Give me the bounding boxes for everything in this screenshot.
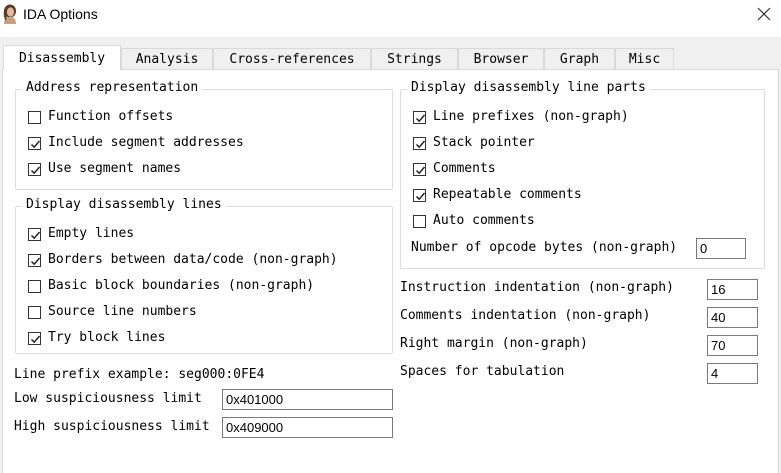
tab-disassembly[interactable]: Disassembly: [3, 45, 121, 70]
comments-checkbox[interactable]: [413, 163, 426, 176]
borders-checkbox[interactable]: [28, 254, 41, 267]
try-block-lines-checkbox[interactable]: [28, 332, 41, 345]
tab-divider: [121, 69, 779, 70]
line-parts-legend: Display disassembly line parts: [407, 80, 650, 95]
right-margin-label: Right margin (non-graph): [400, 336, 588, 351]
stack-pointer-label: Stack pointer: [433, 135, 535, 150]
checkmark-icon: [30, 166, 41, 175]
empty-lines-label: Empty lines: [48, 226, 135, 241]
checkmark-icon: [30, 231, 41, 240]
tab-strings[interactable]: Strings: [371, 48, 458, 69]
line-prefixes-checkbox[interactable]: [413, 111, 426, 124]
tab-browser[interactable]: Browser: [458, 48, 544, 69]
opcode-bytes-input[interactable]: 0: [696, 238, 746, 259]
display-lines-legend: Display disassembly lines: [22, 197, 226, 212]
person-avatar-icon: [2, 4, 18, 24]
tab-misc[interactable]: Misc: [615, 48, 674, 69]
auto-comments-label: Auto comments: [433, 213, 535, 228]
checkmark-icon: [415, 192, 426, 201]
use-segment-names-checkbox[interactable]: [28, 163, 41, 176]
include-segment-addresses-checkbox[interactable]: [28, 137, 41, 150]
instruction-indentation-input[interactable]: 16: [707, 279, 758, 300]
high-suspiciousness-label: High suspiciousness limit: [14, 419, 210, 434]
address-representation-legend: Address representation: [22, 80, 203, 95]
basic-block-boundaries-checkbox[interactable]: [28, 280, 41, 293]
high-suspiciousness-input[interactable]: 0x409000: [222, 417, 393, 438]
spaces-tabulation-label: Spaces for tabulation: [400, 364, 565, 379]
try-block-lines-label: Try block lines: [48, 330, 166, 345]
opcode-bytes-label: Number of opcode bytes (non-graph): [411, 240, 678, 255]
checkmark-icon: [30, 335, 41, 344]
basic-block-boundaries-label: Basic block boundaries (non-graph): [48, 278, 315, 293]
tab-analysis[interactable]: Analysis: [121, 48, 213, 69]
comments-indentation-input[interactable]: 40: [707, 307, 758, 328]
checkmark-icon: [415, 114, 426, 123]
title-bar: [0, 0, 781, 30]
checkmark-icon: [30, 140, 41, 149]
include-segment-addresses-label: Include segment addresses: [48, 135, 244, 150]
source-line-numbers-checkbox[interactable]: [28, 306, 41, 319]
use-segment-names-label: Use segment names: [48, 161, 182, 176]
comments-label: Comments: [433, 161, 496, 176]
repeatable-comments-checkbox[interactable]: [413, 189, 426, 202]
empty-lines-checkbox[interactable]: [28, 228, 41, 241]
checkmark-icon: [415, 140, 426, 149]
function-offsets-label: Function offsets: [48, 109, 174, 124]
instruction-indentation-label: Instruction indentation (non-graph): [400, 280, 674, 295]
comments-indentation-label: Comments indentation (non-graph): [400, 308, 651, 323]
line-prefix-example: Line prefix example: seg000:0FE4: [14, 367, 265, 382]
borders-label: Borders between data/code (non-graph): [48, 252, 338, 267]
tab-cross-references[interactable]: Cross-references: [213, 48, 371, 69]
window-title: IDA Options: [23, 6, 98, 22]
repeatable-comments-label: Repeatable comments: [433, 187, 582, 202]
spaces-tabulation-input[interactable]: 4: [707, 363, 758, 384]
stack-pointer-checkbox[interactable]: [413, 137, 426, 150]
tab-graph[interactable]: Graph: [544, 48, 615, 69]
close-icon[interactable]: [756, 6, 772, 22]
right-margin-input[interactable]: 70: [707, 335, 758, 356]
checkmark-icon: [30, 257, 41, 266]
auto-comments-checkbox[interactable]: [413, 215, 426, 228]
checkmark-icon: [415, 166, 426, 175]
line-prefixes-label: Line prefixes (non-graph): [433, 109, 629, 124]
source-line-numbers-label: Source line numbers: [48, 304, 197, 319]
low-suspiciousness-label: Low suspiciousness limit: [14, 391, 202, 406]
function-offsets-checkbox[interactable]: [28, 111, 41, 124]
low-suspiciousness-input[interactable]: 0x401000: [222, 389, 393, 410]
